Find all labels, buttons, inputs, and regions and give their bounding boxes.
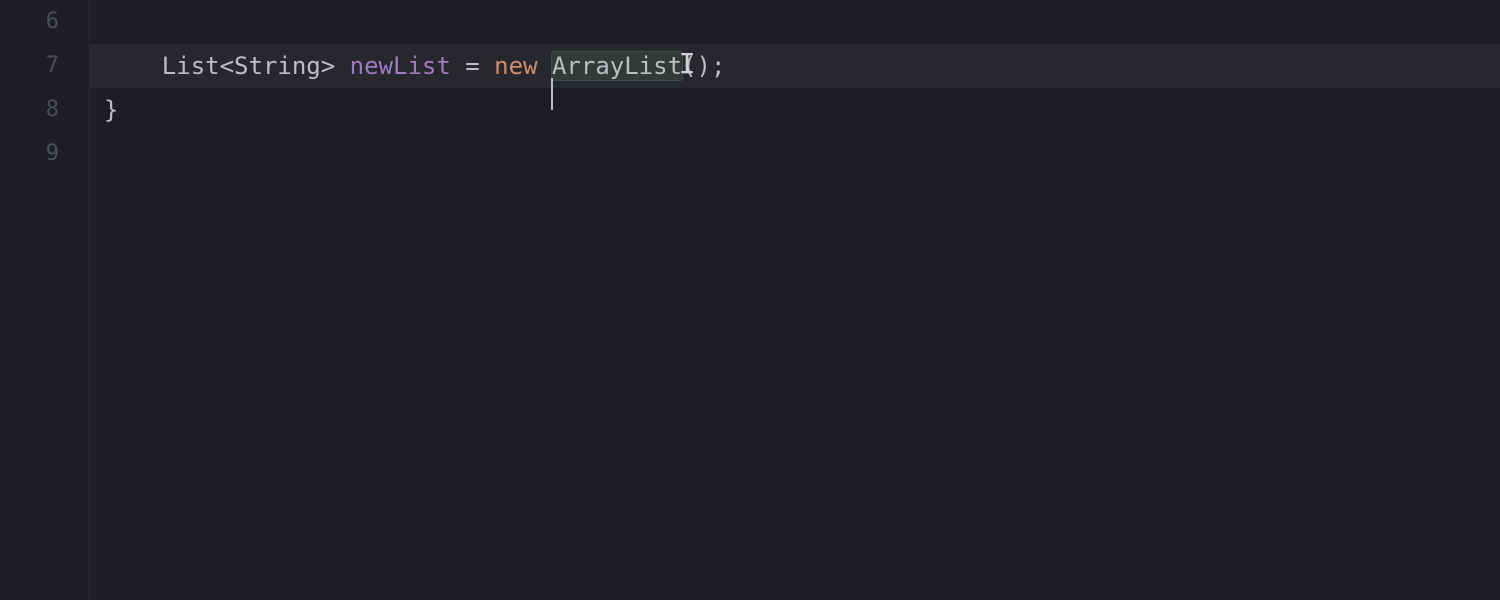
line-number: 9 — [0, 132, 59, 176]
space — [335, 52, 349, 80]
token-type: List — [162, 52, 220, 80]
token-operator: = — [465, 52, 479, 80]
token-angle: > — [321, 52, 335, 80]
space — [451, 52, 465, 80]
code-line[interactable]: } — [90, 88, 1500, 132]
token-keyword: new — [494, 52, 537, 80]
space — [480, 52, 494, 80]
line-number-gutter: 6 7 8 9 — [0, 0, 90, 600]
token-paren: () — [682, 52, 711, 80]
code-line[interactable] — [90, 0, 1500, 44]
code-line-active[interactable]: List<String> newList = new ArrayList(); — [90, 44, 1500, 88]
code-area[interactable]: List<String> newList = new ArrayList(); … — [90, 0, 1500, 600]
token-class-highlighted: ArrayList — [552, 52, 682, 80]
token-semicolon: ; — [711, 52, 725, 80]
token-generic: String — [234, 52, 321, 80]
line-number: 7 — [0, 44, 59, 88]
indent — [104, 52, 162, 80]
space — [538, 52, 552, 80]
code-line[interactable] — [90, 132, 1500, 176]
code-editor[interactable]: 6 7 8 9 List<String> newList = new Array… — [0, 0, 1500, 600]
line-number: 6 — [0, 0, 59, 44]
token-variable: newList — [350, 52, 451, 80]
token-brace: } — [104, 96, 118, 124]
line-number: 8 — [0, 88, 59, 132]
token-angle: < — [220, 52, 234, 80]
